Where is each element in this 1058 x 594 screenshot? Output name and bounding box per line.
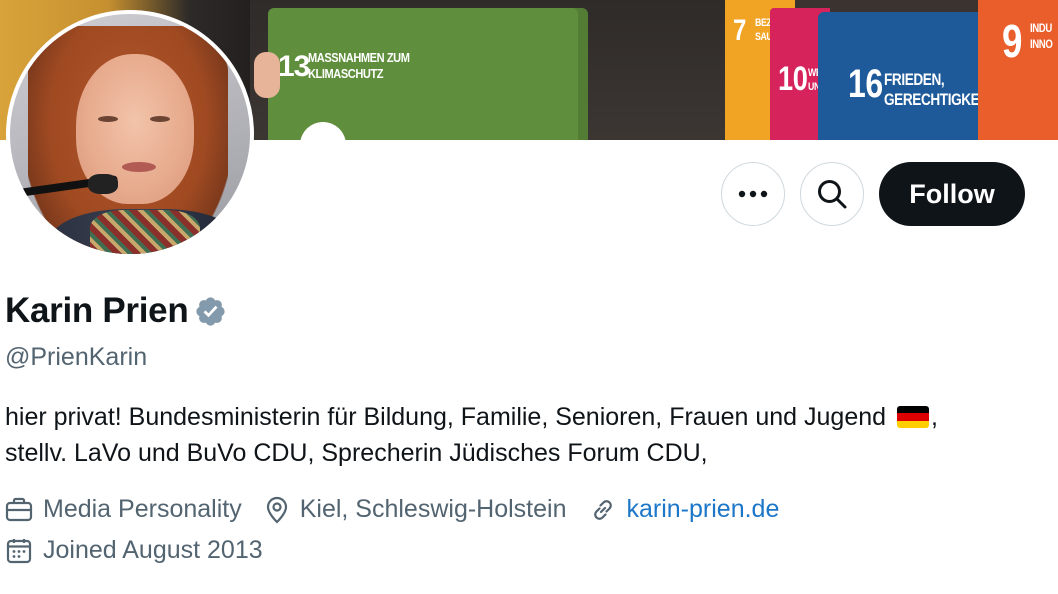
sdg-9-text-line1: INDU — [1030, 21, 1052, 35]
avatar-scarf — [90, 210, 200, 254]
sdg-9-text-line2: INNO — [1030, 37, 1053, 51]
sdg-13-box: 13 MASSNAHMEN ZUM KLIMASCHUTZ — [268, 8, 814, 140]
profile-name-row: Karin Prien — [5, 291, 227, 331]
profile-category: Media Personality — [5, 495, 242, 524]
verified-badge-icon[interactable] — [194, 295, 227, 328]
sdg-9-box: 9 INDU INNO — [978, 0, 1058, 140]
profile-meta-row: Media Personality Kiel, Schleswig-Holste… — [5, 495, 801, 524]
follow-button[interactable]: Follow — [879, 162, 1025, 226]
location-pin-icon — [266, 496, 287, 524]
bio-comma: , — [930, 403, 938, 431]
sdg-16-text: FRIEDEN, GERECHTIGKEIT — [884, 70, 991, 110]
more-horizontal-icon — [738, 190, 768, 198]
sdg-9-text: INDU INNO — [1030, 20, 1053, 52]
search-profile-button[interactable] — [800, 162, 864, 226]
sdg-16-box: 16 FRIEDEN, GERECHTIGKEIT — [818, 12, 991, 140]
bio-line-1: hier privat! Bundesministerin für Bildun… — [5, 403, 887, 431]
profile-joined: Joined August 2013 — [5, 536, 263, 565]
profile-joined-row: Joined August 2013 — [5, 536, 285, 565]
profile-joined-text: Joined August 2013 — [43, 536, 263, 564]
sdg-7-number: 7 — [733, 14, 746, 47]
profile-name: Karin Prien — [5, 291, 189, 330]
avatar-mouth — [122, 162, 156, 172]
sdg-9-number: 9 — [1002, 15, 1023, 67]
avatar-eye-right — [150, 116, 170, 122]
sdg-13-text-line2: KLIMASCHUTZ — [308, 66, 384, 81]
profile-page: 13 MASSNAHMEN ZUM KLIMASCHUTZ 7 BEZA SAU… — [0, 0, 1058, 594]
sdg-16-number: 16 — [848, 62, 883, 106]
sdg-13-number: 13 — [278, 50, 310, 83]
microphone-icon — [88, 174, 118, 194]
avatar-eye-left — [98, 116, 118, 122]
flag-germany-icon — [896, 406, 929, 428]
sdg-16-text-line1: FRIEDEN, — [884, 70, 945, 89]
sdg-13-text-line1: MASSNAHMEN ZUM — [308, 50, 410, 65]
sdg-13-text: MASSNAHMEN ZUM KLIMASCHUTZ — [308, 50, 410, 82]
banner-hand — [254, 52, 280, 98]
link-icon — [593, 499, 612, 520]
calendar-icon — [6, 538, 32, 563]
search-icon — [818, 180, 847, 209]
profile-bio: hier privat! Bundesministerin für Bildun… — [5, 399, 1050, 471]
profile-location-text: Kiel, Schleswig-Holstein — [299, 495, 567, 523]
profile-avatar[interactable] — [6, 10, 254, 258]
sdg-16-text-line2: GERECHTIGKEIT — [884, 90, 991, 109]
sdg-10-number: 10 — [778, 60, 808, 98]
bio-line-2: stellv. LaVo und BuVo CDU, Sprecherin Jü… — [5, 439, 708, 467]
profile-handle: @PrienKarin — [5, 343, 148, 371]
briefcase-icon — [5, 497, 33, 521]
profile-website[interactable]: karin-prien.de — [589, 495, 780, 524]
profile-website-link[interactable]: karin-prien.de — [627, 495, 780, 524]
profile-location: Kiel, Schleswig-Holstein — [264, 495, 567, 524]
profile-category-text: Media Personality — [43, 495, 242, 523]
more-options-button[interactable] — [721, 162, 785, 226]
